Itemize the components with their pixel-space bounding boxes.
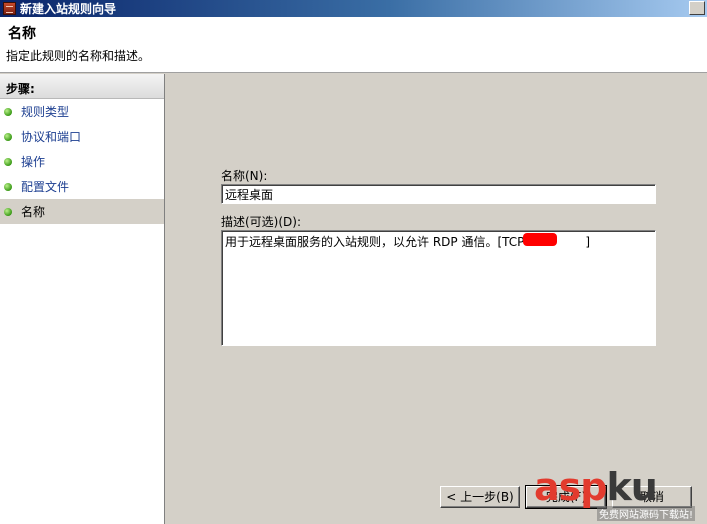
step-label: 名称 [21, 205, 46, 219]
watermark-subtitle: 免费网站源码下载站! [597, 506, 696, 521]
step-dot-icon [4, 182, 12, 191]
window-title: 新建入站规则向导 [20, 2, 117, 16]
step-protocol-ports[interactable]: 协议和端口 [0, 124, 164, 149]
title-bar: 新建入站规则向导 [0, 0, 707, 17]
back-button[interactable]: < 上一步(B) [440, 486, 520, 508]
name-input[interactable] [221, 184, 656, 204]
watermark-brand-dark: ku [606, 465, 657, 509]
page-title: 名称 [8, 26, 36, 42]
step-profile[interactable]: 配置文件 [0, 174, 164, 199]
step-name[interactable]: 名称 [0, 199, 164, 224]
name-label: 名称(N): [221, 169, 268, 183]
step-action[interactable]: 操作 [0, 149, 164, 174]
page-subtitle: 指定此规则的名称和描述。 [6, 49, 151, 63]
step-dot-icon [4, 107, 12, 116]
wizard-header: 名称 指定此规则的名称和描述。 [0, 17, 707, 73]
step-label: 操作 [21, 155, 46, 169]
description-textarea[interactable]: 用于远程桌面服务的入站规则，以允许 RDP 通信。[TCP ] [221, 230, 656, 346]
steps-header: 步骤: [0, 74, 164, 99]
step-rule-type[interactable]: 规则类型 [0, 99, 164, 124]
step-dot-icon [4, 132, 12, 141]
step-dot-icon [4, 207, 12, 216]
firewall-icon [3, 2, 16, 15]
window-control-button[interactable] [689, 1, 705, 15]
watermark-logo: aspku [534, 464, 658, 510]
watermark-brand-red: asp [534, 465, 607, 509]
redaction-mark [523, 233, 557, 246]
steps-pane: 步骤: 规则类型 协议和端口 操作 配置文件 名称 [0, 74, 165, 524]
step-label: 协议和端口 [21, 130, 82, 144]
description-label: 描述(可选)(D): [221, 215, 302, 229]
step-label: 规则类型 [21, 105, 70, 119]
step-label: 配置文件 [21, 180, 70, 194]
step-dot-icon [4, 157, 12, 166]
